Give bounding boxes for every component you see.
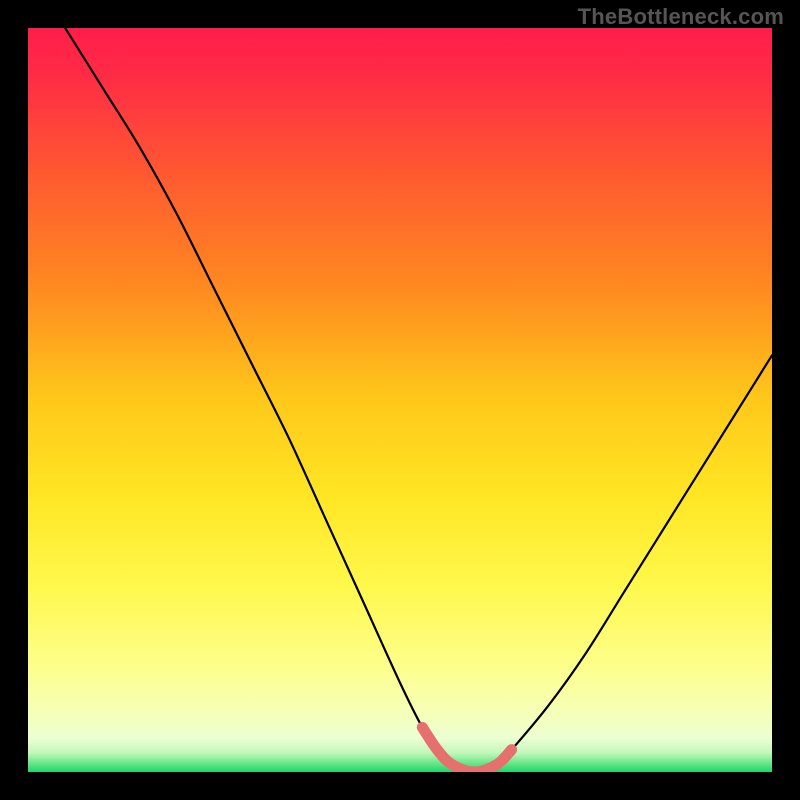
chart-svg — [28, 28, 772, 772]
watermark-text: TheBottleneck.com — [578, 4, 784, 30]
plot-area — [28, 28, 772, 772]
gradient-background — [28, 28, 772, 772]
chart-frame: TheBottleneck.com — [0, 0, 800, 800]
